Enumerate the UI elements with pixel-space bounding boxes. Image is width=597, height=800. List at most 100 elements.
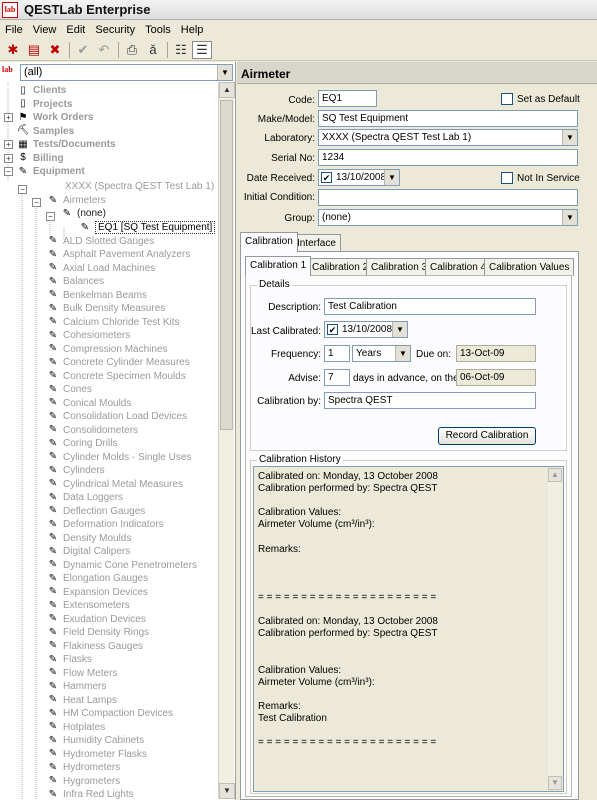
tree-item-none[interactable]: ✎ (none) (60, 207, 106, 220)
tree-item-equipment-type[interactable]: ✎ Expansion Devices (46, 586, 148, 599)
tree-item-equipment-type[interactable]: ✎ Data Loggers (46, 491, 123, 504)
tree-item-lab[interactable]: XXXX (Spectra QEST Test Lab 1) (48, 180, 214, 193)
menu-edit[interactable]: Edit (61, 24, 90, 36)
calibration-by-field[interactable]: Spectra QEST (324, 392, 536, 409)
serial-field[interactable]: 1234 (318, 149, 578, 166)
check-icon[interactable]: ✔ (73, 41, 93, 59)
tab-calibration-1[interactable]: Calibration 1 (245, 256, 312, 276)
tree-item-equipment-type[interactable]: ✎ Cylindrical Metal Measures (46, 478, 183, 491)
tree-item-equipment-type[interactable]: ✎ Density Moulds (46, 532, 132, 545)
tree-item-equipment-type[interactable]: ✎ Balances (46, 275, 104, 288)
chevron-down-icon[interactable]: ▼ (392, 322, 407, 337)
tree-item-equipment-type[interactable]: ✎ HM Compaction Devices (46, 707, 173, 720)
chevron-down-icon[interactable]: ▼ (562, 210, 577, 225)
tab-calibration-values[interactable]: Calibration Values (484, 258, 575, 276)
collapse-icon[interactable]: − (18, 185, 27, 194)
tree-item-equipment-type[interactable]: ✎ Conical Moulds (46, 397, 132, 410)
frequency-field[interactable]: 1 (324, 345, 350, 362)
tree-item-equipment-type[interactable]: ✎ Asphalt Pavement Analyzers (46, 248, 191, 261)
tree-item-equipment[interactable]: ✎ Equipment (16, 165, 85, 178)
filter-select[interactable]: (all) ▼ (20, 63, 233, 81)
tree-item-equipment-type[interactable]: ✎ Concrete Specimen Moulds (46, 370, 186, 383)
tree-view-icon[interactable]: ☷ (171, 41, 191, 59)
undo-icon[interactable]: ↶ (94, 41, 114, 59)
not-in-service-checkbox[interactable] (501, 172, 513, 184)
tab-calibration[interactable]: Calibration (240, 232, 298, 252)
tab-interface[interactable]: Interface (292, 234, 341, 252)
expand-icon[interactable]: + (4, 140, 13, 149)
menu-file[interactable]: File (0, 24, 28, 36)
tree-item-equipment-type[interactable]: ✎ Hydrometer Flasks (46, 748, 147, 761)
scroll-down-icon[interactable]: ▼ (219, 783, 235, 799)
tree-item-equipment-type[interactable]: ✎ Hammers (46, 680, 107, 693)
menu-help[interactable]: Help (176, 24, 209, 36)
advise-field[interactable]: 7 (324, 369, 350, 386)
chevron-down-icon[interactable]: ▼ (562, 130, 577, 145)
menu-tools[interactable]: Tools (140, 24, 176, 36)
chevron-down-icon[interactable]: ▼ (395, 346, 410, 361)
tree-item-equipment-type[interactable]: ✎ Exudation Devices (46, 613, 146, 626)
collapse-icon[interactable]: − (32, 198, 41, 207)
tree-item-equipment-type[interactable]: ✎ Heat Lamps (46, 694, 117, 707)
tree-item-equipment-type[interactable]: ✎ Field Density Rings (46, 626, 149, 639)
chevron-down-icon[interactable]: ▼ (217, 64, 232, 80)
tree-item-billing[interactable]: $ Billing (16, 152, 63, 165)
tree-item-equipment-type[interactable]: ✎ Deflection Gauges (46, 505, 145, 518)
tree-item-tests-documents[interactable]: ▦ Tests/Documents (16, 138, 115, 151)
tree-item-equipment-type[interactable]: ✎ Cylinders (46, 464, 105, 477)
description-field[interactable]: Test Calibration (324, 298, 536, 315)
tree-item-equipment-type[interactable]: ✎ ALD Slotted Gauges (46, 235, 154, 248)
group-select[interactable]: (none) ▼ (318, 209, 578, 226)
date-received-checkbox[interactable]: ✔ (321, 172, 332, 183)
date-received-field[interactable]: ✔ 13/10/2008 ▼ (318, 169, 400, 186)
last-calibrated-checkbox[interactable]: ✔ (327, 324, 338, 335)
tree-item-equipment-type[interactable]: ✎ Flow Meters (46, 667, 118, 680)
scroll-up-icon[interactable]: ▲ (219, 82, 235, 98)
tree-item-equipment-type[interactable]: ✎ Consolidation Load Devices (46, 410, 187, 423)
tree-item-equipment-type[interactable]: ✎ Dynamic Cone Penetrometers (46, 559, 197, 572)
calibration-history-text[interactable]: Calibrated on: Monday, 13 October 2008 Ca… (253, 466, 564, 792)
laboratory-select[interactable]: XXXX (Spectra QEST Test Lab 1) ▼ (318, 129, 578, 146)
tree-item-equipment-type[interactable]: ✎ Humidity Cabinets (46, 734, 144, 747)
scroll-up-icon[interactable]: ▲ (548, 468, 562, 482)
set-default-checkbox[interactable] (501, 93, 513, 105)
menu-security[interactable]: Security (90, 24, 140, 36)
collapse-icon[interactable]: − (46, 212, 55, 221)
menu-view[interactable]: View (28, 24, 62, 36)
tree-item-equipment-type[interactable]: ✎ Cohesiometers (46, 329, 130, 342)
tree-item-projects[interactable]: ▯ Projects (16, 98, 72, 111)
tab-calibration-2[interactable]: Calibration 2 (307, 258, 374, 276)
tree-item-equipment-type[interactable]: ✎ Flasks (46, 653, 92, 666)
collapse-icon[interactable]: − (4, 167, 13, 176)
tree-item-equipment-type[interactable]: ✎ Hotplates (46, 721, 105, 734)
tree-item-equipment-type[interactable]: ✎ Digital Calipers (46, 545, 130, 558)
tree-item-equipment-type[interactable]: ✎ Flakiness Gauges (46, 640, 143, 653)
tree-item-samples[interactable]: ⛏ Samples (16, 125, 75, 138)
tree-item-equipment-type[interactable]: ✎ Hydrometers (46, 761, 120, 774)
tree-item-equipment-type[interactable]: ✎ Concrete Cylinder Measures (46, 356, 190, 369)
tab-calibration-4[interactable]: Calibration 4 (425, 258, 492, 276)
tree-item-work-orders[interactable]: ⚑ Work Orders (16, 111, 94, 124)
frequency-unit-select[interactable]: Years ▼ (352, 345, 411, 362)
tree-item-equipment-type[interactable]: ✎ Cones (46, 383, 92, 396)
history-scrollbar[interactable]: ▲ ▼ (548, 468, 562, 790)
expand-icon[interactable]: + (4, 113, 13, 122)
last-calibrated-field[interactable]: ✔ 13/10/2008 ▼ (324, 321, 408, 338)
delete-icon[interactable]: ✖ (45, 41, 65, 59)
scroll-thumb[interactable] (220, 100, 233, 430)
tree-item-equipment-type[interactable]: ✎ Infra Red Lights (46, 788, 134, 800)
list-view-icon[interactable]: ☰ (192, 40, 212, 59)
tree-item-equipment-type[interactable]: ✎ Bulk Density Measures (46, 302, 165, 315)
print-icon[interactable]: ⎙ (122, 41, 142, 59)
tree-item-airmeters[interactable]: ✎ Airmeters (46, 194, 106, 207)
scroll-down-icon[interactable]: ▼ (548, 776, 562, 790)
expand-icon[interactable]: + (4, 153, 13, 163)
tree-item-equipment-type[interactable]: ✎ Extensometers (46, 599, 130, 612)
spell-check-icon[interactable]: ǎ (143, 41, 163, 59)
make-model-field[interactable]: SQ Test Equipment (318, 110, 578, 127)
tree-item-equipment-type[interactable]: ✎ Consolidometers (46, 424, 138, 437)
tree-item-equipment-type[interactable]: ✎ Axial Load Machines (46, 262, 155, 275)
tree-item-equipment-type[interactable]: ✎ Benkelman Beams (46, 289, 147, 302)
tab-calibration-3[interactable]: Calibration 3 (366, 258, 433, 276)
chevron-down-icon[interactable]: ▼ (384, 170, 399, 185)
